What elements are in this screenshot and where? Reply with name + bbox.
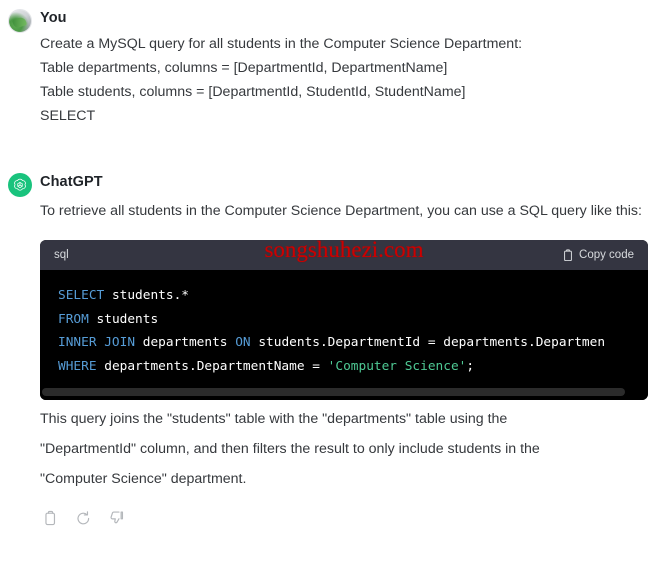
code-token: INNER JOIN xyxy=(58,335,136,350)
assistant-explanation-line: "Computer Science" department. xyxy=(40,471,247,487)
watermark-text: songshuhezi.com xyxy=(264,240,424,262)
user-avatar-column xyxy=(0,0,40,33)
copy-code-button[interactable]: Copy code xyxy=(562,248,634,262)
user-avatar-photo xyxy=(8,9,32,33)
user-text-line: Table departments, columns = [Department… xyxy=(40,60,448,76)
code-token: ; xyxy=(466,358,475,374)
assistant-message-body: ChatGPT To retrieve all students in the … xyxy=(40,164,672,527)
code-token: 'Computer Science' xyxy=(327,358,467,374)
assistant-explanation-line: This query joins the "students" table wi… xyxy=(40,411,508,427)
scrollbar-thumb[interactable] xyxy=(42,388,625,396)
code-token: departments.DepartmentName = xyxy=(96,358,328,374)
assistant-intro-text: To retrieve all students in the Computer… xyxy=(40,203,642,219)
code-token: FROM xyxy=(58,311,89,327)
code-token: ON xyxy=(235,335,251,350)
assistant-avatar-column xyxy=(0,164,40,197)
copy-code-label: Copy code xyxy=(579,249,634,261)
openai-logo-icon xyxy=(8,173,32,197)
code-block: sql songshuhezi.com Copy code SELECT stu… xyxy=(40,240,648,400)
thumbs-down-icon[interactable] xyxy=(108,510,125,527)
user-text-line: SELECT xyxy=(40,108,96,124)
code-block-body: SELECT students.* FROM students INNER JO… xyxy=(40,270,648,388)
clipboard-icon xyxy=(562,248,574,262)
user-text-line: Table students, columns = [DepartmentId,… xyxy=(40,84,466,100)
code-content[interactable]: SELECT students.* FROM students INNER JO… xyxy=(40,284,648,388)
code-language-label: sql xyxy=(54,249,69,261)
code-token: departments xyxy=(135,335,236,350)
user-message: You Create a MySQL query for all student… xyxy=(0,0,672,128)
code-token: students.* xyxy=(104,288,189,303)
message-actions xyxy=(40,510,662,527)
code-token: students xyxy=(88,311,159,327)
assistant-message: ChatGPT To retrieve all students in the … xyxy=(0,164,672,527)
user-text-line: Create a MySQL query for all students in… xyxy=(40,36,523,52)
assistant-explanation-line: "DepartmentId" column, and then filters … xyxy=(40,441,540,457)
code-horizontal-scrollbar[interactable] xyxy=(40,388,648,400)
user-author-name: You xyxy=(40,10,67,26)
user-message-body: You Create a MySQL query for all student… xyxy=(40,0,672,128)
chat-conversation: You Create a MySQL query for all student… xyxy=(0,0,672,527)
code-token: students.DepartmentId = departments.Depa… xyxy=(250,335,606,350)
code-token: WHERE xyxy=(58,358,97,374)
code-block-header: sql songshuhezi.com Copy code xyxy=(40,240,648,270)
code-token: SELECT xyxy=(58,288,105,303)
regenerate-icon[interactable] xyxy=(75,510,92,527)
copy-message-icon[interactable] xyxy=(42,510,59,527)
assistant-author-name: ChatGPT xyxy=(40,174,103,190)
